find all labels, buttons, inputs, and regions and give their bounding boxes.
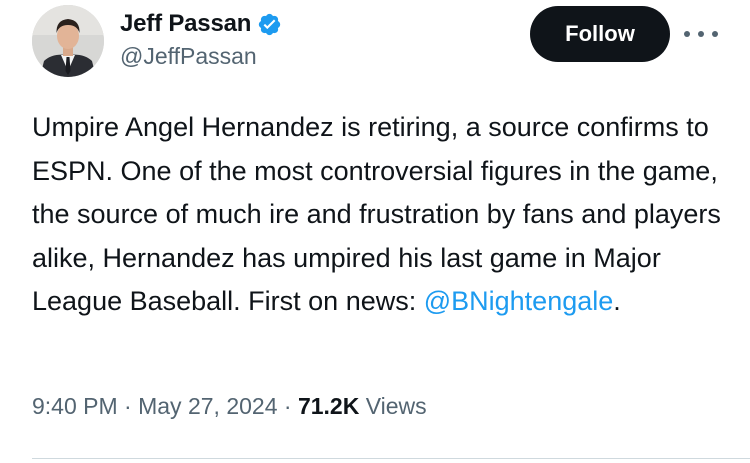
follow-button[interactable]: Follow [530, 6, 670, 62]
more-horizontal-icon[interactable] [684, 27, 718, 41]
tweet-text: Umpire Angel Hernandez is retiring, a so… [32, 106, 732, 324]
more-dot [698, 31, 704, 37]
author-name-row: Jeff Passan [120, 4, 282, 44]
mention-link[interactable]: @BNightengale [424, 286, 614, 316]
author-display-name[interactable]: Jeff Passan [120, 10, 251, 38]
views-count: 71.2K [297, 393, 360, 419]
tweet-body-end: . [613, 286, 621, 316]
tweet-meta: 9:40 PM · May 27, 2024 · 71.2K Views [32, 393, 427, 420]
tweet-time[interactable]: 9:40 PM [32, 393, 118, 419]
meta-separator: · [277, 393, 298, 419]
more-dot [712, 31, 718, 37]
author-handle[interactable]: @JeffPassan [120, 43, 257, 70]
avatar[interactable] [32, 5, 104, 77]
tweet-date[interactable]: May 27, 2024 [138, 393, 277, 419]
tweet-card: Jeff Passan @JeffPassan Follow Umpire An… [0, 0, 750, 463]
meta-separator: · [117, 393, 139, 419]
avatar-image [32, 5, 104, 77]
views-label: Views [365, 393, 427, 419]
verified-badge-icon [257, 12, 282, 37]
divider [32, 458, 750, 459]
more-dot [684, 31, 690, 37]
